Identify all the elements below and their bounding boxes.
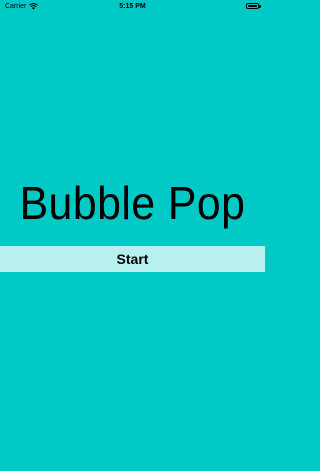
status-bar: Carrier 5:15 PM (0, 0, 265, 14)
battery-icon (246, 3, 261, 9)
app-title: Bubble Pop (19, 177, 246, 229)
start-button[interactable]: Start (0, 246, 265, 272)
status-time: 5:15 PM (119, 3, 146, 10)
start-button-label: Start (116, 251, 149, 267)
